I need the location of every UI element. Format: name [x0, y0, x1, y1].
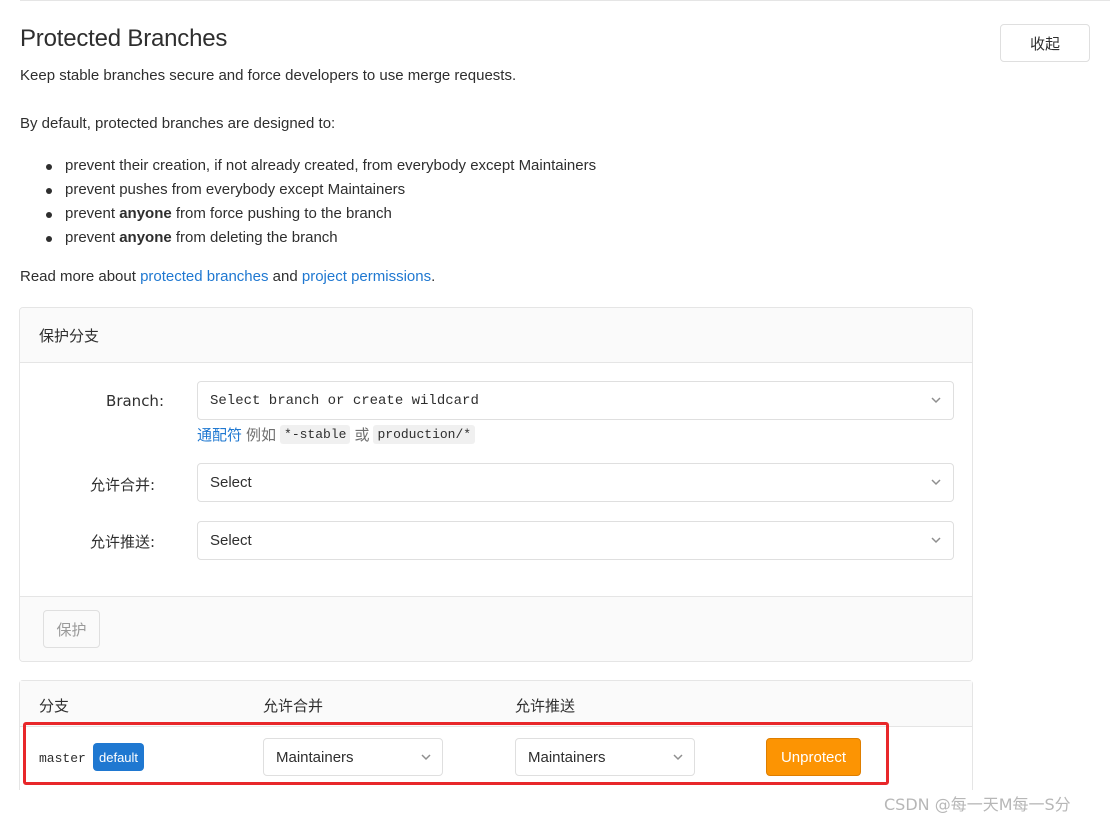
- chevron-down-icon: [421, 754, 431, 761]
- allowed-to-push-label: 允许推送:: [89, 533, 155, 551]
- column-header-push: 允许推送: [515, 697, 576, 715]
- code-example-stable: *-stable: [280, 425, 351, 444]
- protected-branches-table: 分支 允许合并 允许推送 master default Maintainers …: [19, 680, 973, 790]
- protect-button[interactable]: 保护: [43, 610, 100, 648]
- chevron-down-icon: [931, 479, 941, 486]
- unprotect-button[interactable]: Unprotect: [766, 738, 861, 776]
- column-header-branch: 分支: [39, 697, 70, 715]
- allowed-to-merge-select[interactable]: Select: [197, 463, 954, 502]
- branch-select[interactable]: Select branch or create wildcard: [197, 381, 954, 420]
- list-item: prevent anyone from force pushing to the…: [46, 202, 596, 226]
- top-divider: [20, 0, 1110, 1]
- branch-label: Branch:: [106, 392, 164, 410]
- column-header-merge: 允许合并: [263, 697, 324, 715]
- collapse-button[interactable]: 收起: [1000, 24, 1090, 62]
- read-more-text: Read more about protected branches and p…: [20, 268, 436, 285]
- project-permissions-link[interactable]: project permissions: [302, 268, 431, 285]
- branch-select-placeholder: Select branch or create wildcard: [210, 392, 479, 409]
- row-push-select[interactable]: Maintainers: [515, 738, 695, 776]
- allowed-to-merge-label: 允许合并:: [89, 476, 155, 494]
- chevron-down-icon: [673, 754, 683, 761]
- table-header: 分支 允许合并 允许推送: [20, 681, 972, 727]
- wildcard-link[interactable]: 通配符: [197, 424, 242, 445]
- list-item: prevent anyone from deleting the branch: [46, 226, 596, 250]
- card-footer: 保护: [20, 596, 972, 661]
- list-item: prevent their creation, if not already c…: [46, 154, 596, 178]
- chevron-down-icon: [931, 537, 941, 544]
- watermark: CSDN @每一天M每一S分: [884, 795, 1071, 814]
- card-title: 保护分支: [20, 308, 972, 363]
- default-intro-text: By default, protected branches are desig…: [20, 115, 336, 132]
- chevron-down-icon: [931, 397, 941, 404]
- row-merge-select[interactable]: Maintainers: [263, 738, 443, 776]
- wildcard-hint: 通配符 例如 *-stable 或 production/*: [197, 424, 479, 445]
- page-title: Protected Branches: [20, 25, 228, 52]
- protected-branches-link[interactable]: protected branches: [140, 268, 268, 285]
- default-badge: default: [93, 743, 145, 771]
- list-item: prevent pushes from everybody except Mai…: [46, 178, 596, 202]
- description-text: Keep stable branches secure and force de…: [20, 67, 517, 84]
- branch-name: master: [39, 751, 86, 766]
- protect-branch-card: 保护分支 Branch: Select branch or create wil…: [19, 307, 973, 662]
- code-example-production: production/*: [373, 425, 476, 444]
- protection-rules-list: prevent their creation, if not already c…: [46, 154, 596, 250]
- allowed-to-push-select[interactable]: Select: [197, 521, 954, 560]
